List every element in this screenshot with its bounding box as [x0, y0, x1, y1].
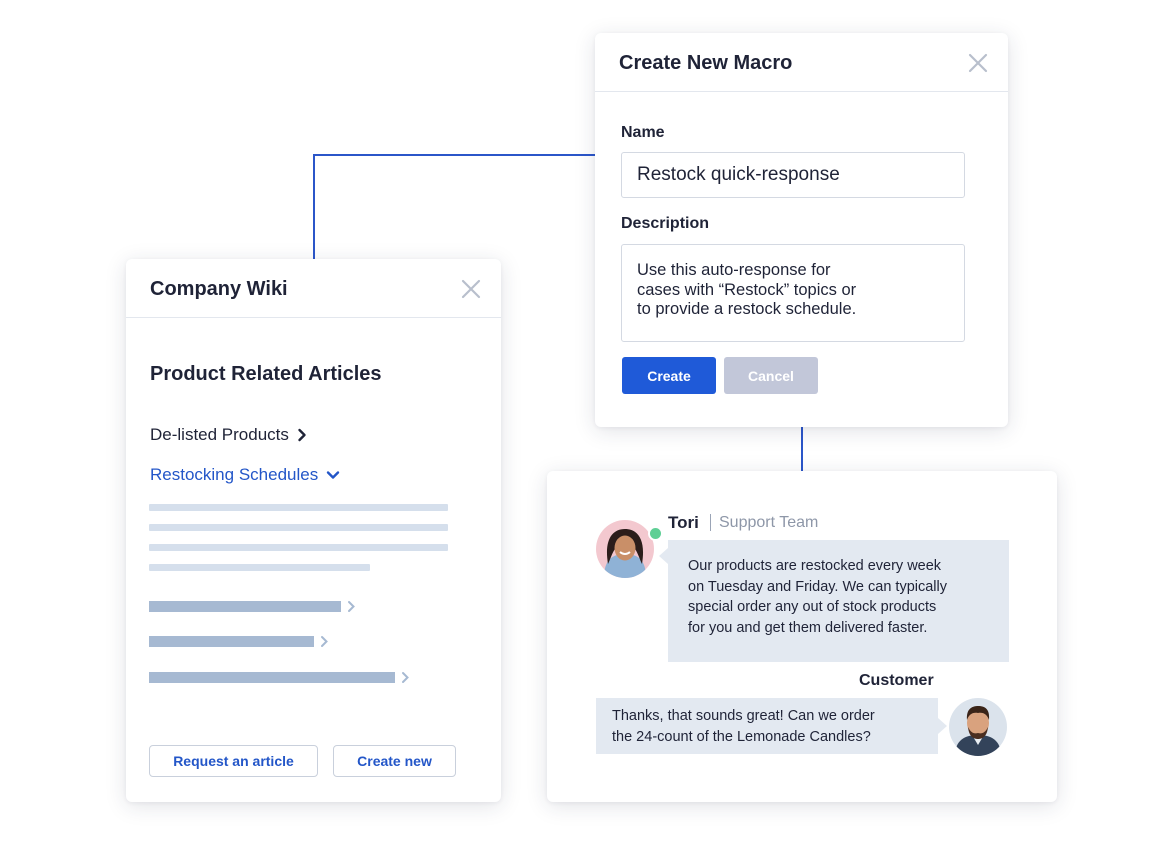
connector-line: [313, 154, 596, 156]
message-line: Thanks, that sounds great! Can we order: [612, 708, 875, 724]
company-wiki-panel: Company Wiki Product Related Articles De…: [126, 259, 501, 802]
online-status-indicator: [648, 526, 663, 541]
message-line: for you and get them delivered faster.: [688, 619, 928, 636]
bubble-tail: [659, 548, 668, 564]
placeholder-text-line: [149, 524, 448, 531]
agent-avatar: [596, 520, 654, 578]
chevron-right-icon: [402, 672, 409, 683]
link-restocking-schedules[interactable]: Restocking Schedules: [150, 465, 340, 485]
cancel-button[interactable]: Cancel: [724, 357, 818, 394]
create-button[interactable]: Create: [622, 357, 716, 394]
name-separator: [710, 514, 711, 531]
dialog-header: Create New Macro: [595, 33, 1008, 92]
request-article-button[interactable]: Request an article: [149, 745, 318, 777]
create-macro-dialog: Create New Macro Name Restock quick-resp…: [595, 33, 1008, 427]
description-line: to provide a restock schedule.: [637, 300, 857, 318]
chevron-right-icon: [321, 636, 328, 647]
placeholder-text-line: [149, 504, 448, 511]
agent-message: Our products are restocked every week on…: [668, 540, 1009, 662]
link-label: Restocking Schedules: [150, 465, 319, 484]
customer-message: Thanks, that sounds great! Can we order …: [596, 698, 938, 754]
name-field[interactable]: Restock quick-response: [621, 152, 965, 198]
message-line: on Tuesday and Friday. We can typically: [688, 578, 947, 595]
description-field[interactable]: Use this auto-response for cases with “R…: [621, 244, 965, 342]
dialog-title: Create New Macro: [619, 52, 793, 74]
placeholder-text-line: [149, 564, 370, 571]
placeholder-article-link[interactable]: [149, 601, 341, 612]
customer-avatar: [949, 698, 1007, 756]
panel-header: Company Wiki: [126, 259, 501, 318]
name-field-value: Restock quick-response: [637, 164, 840, 185]
placeholder-article-link[interactable]: [149, 636, 314, 647]
chevron-right-icon: [348, 601, 355, 612]
agent-team: Support Team: [719, 514, 819, 531]
chevron-down-icon: [327, 471, 340, 479]
message-line: Our products are restocked every week: [688, 558, 942, 574]
link-label: De-listed Products: [150, 425, 289, 444]
placeholder-article-link[interactable]: [149, 672, 395, 683]
description-label: Description: [621, 215, 710, 232]
customer-name: Customer: [859, 672, 934, 689]
link-delisted-products[interactable]: De-listed Products: [150, 425, 307, 445]
section-title: Product Related Articles: [150, 363, 382, 385]
chat-panel: Tori Support Team Our products are resto…: [547, 471, 1057, 802]
description-line: cases with “Restock” topics or: [637, 280, 857, 299]
connector-line: [313, 154, 315, 260]
close-icon[interactable]: [461, 279, 481, 299]
name-label: Name: [621, 124, 665, 141]
message-line: the 24-count of the Lemonade Candles?: [612, 728, 871, 745]
description-line: Use this auto-response for: [637, 261, 831, 279]
create-new-button[interactable]: Create new: [333, 745, 456, 777]
connector-line: [801, 427, 803, 471]
message-line: special order any out of stock products: [688, 599, 937, 615]
chevron-right-icon: [298, 428, 306, 442]
placeholder-text-line: [149, 544, 448, 551]
bubble-tail: [938, 718, 947, 734]
agent-name: Tori: [668, 513, 699, 532]
close-icon[interactable]: [968, 53, 988, 73]
panel-title: Company Wiki: [150, 278, 288, 300]
